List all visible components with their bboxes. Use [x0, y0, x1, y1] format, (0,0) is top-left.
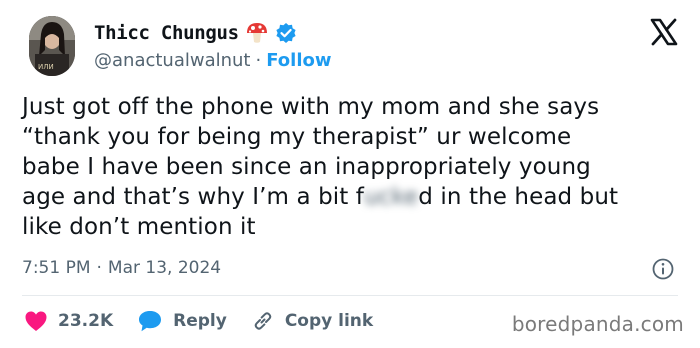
timestamp-separator: · — [96, 258, 102, 278]
copy-link-button[interactable]: Copy link — [251, 309, 373, 333]
display-name[interactable]: Thicc Chungus — [94, 22, 239, 44]
like-count: 23.2K — [58, 311, 114, 331]
svg-text:ИЛИ: ИЛИ — [38, 63, 54, 71]
reply-button[interactable]: Reply — [137, 309, 227, 333]
like-button[interactable]: 23.2K — [24, 310, 113, 332]
info-icon[interactable] — [652, 258, 674, 280]
handle[interactable]: @anactualwalnut — [94, 50, 251, 71]
reply-bubble-icon — [137, 309, 163, 333]
tweet-text: Just got off the phone with my mom and s… — [22, 92, 692, 242]
watermark: boredpanda.com — [511, 312, 684, 336]
censored-word: ucke — [364, 184, 419, 210]
follow-button[interactable]: Follow — [266, 50, 331, 71]
heart-icon — [24, 310, 48, 332]
mushroom-icon — [245, 22, 269, 44]
reply-label: Reply — [173, 311, 227, 331]
copy-link-label: Copy link — [284, 311, 374, 331]
avatar[interactable]: ИЛИ — [29, 16, 75, 76]
x-logo-icon[interactable] — [650, 18, 678, 46]
tweet-date[interactable]: Mar 13, 2024 — [108, 258, 221, 278]
verified-badge-icon — [275, 22, 297, 44]
divider — [22, 295, 678, 296]
timestamp[interactable]: 7:51 PM · Mar 13, 2024 — [22, 258, 221, 278]
link-icon — [251, 309, 275, 333]
separator: · — [255, 49, 262, 71]
tweet-time[interactable]: 7:51 PM — [22, 258, 91, 278]
